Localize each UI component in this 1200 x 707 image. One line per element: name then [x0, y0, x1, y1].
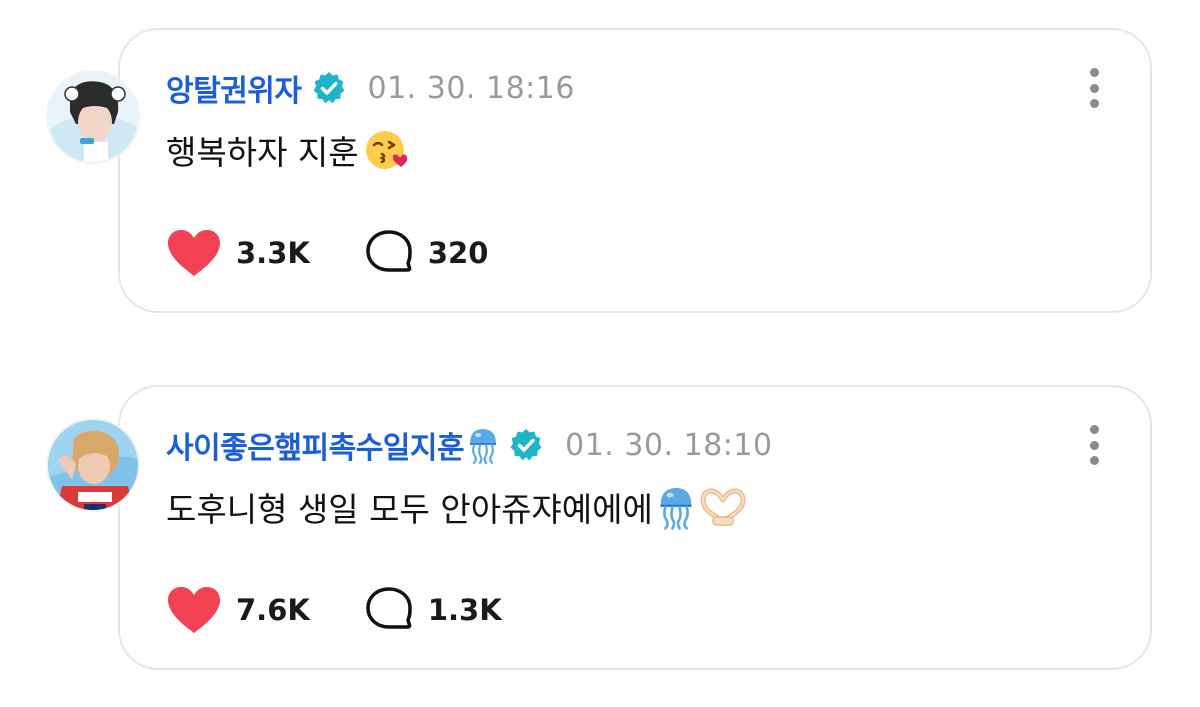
- comment-header: 앙탈권위자 01. 30. 18:16: [166, 66, 575, 110]
- timestamp: 01. 30. 18:16: [367, 70, 575, 106]
- reply-bubble-icon[interactable]: [364, 586, 414, 634]
- kissing-face-emoji-icon: [365, 131, 407, 169]
- username[interactable]: 사이좋은햎피촉수일지훈: [166, 423, 465, 467]
- comment-count: 1.3K: [427, 593, 502, 627]
- heart-hands-emoji-icon: [700, 488, 746, 526]
- like-count: 7.6K: [236, 593, 310, 627]
- like-heart-icon[interactable]: [166, 585, 222, 635]
- comment-feed: 앙탈권위자 01. 30. 18:16 행복하자 지훈 3.3K 320 사이좋…: [0, 0, 1200, 707]
- comment-card: 사이좋은햎피촉수일지훈 01. 30. 18:10 도후니형 생일 모두 안아쥬…: [118, 385, 1152, 670]
- like-heart-icon[interactable]: [166, 228, 222, 278]
- comment-body: 행복하자 지훈: [166, 133, 359, 172]
- jellyfish-emoji-icon: [660, 488, 692, 530]
- more-options-icon[interactable]: [1084, 425, 1104, 465]
- timestamp: 01. 30. 18:10: [565, 427, 773, 463]
- jellyfish-icon: [470, 429, 497, 464]
- more-options-icon[interactable]: [1084, 68, 1104, 108]
- username[interactable]: 앙탈권위자: [166, 66, 302, 110]
- verified-badge-icon: [510, 429, 542, 461]
- like-count: 3.3K: [236, 236, 310, 270]
- comment-body: 도후니형 생일 모두 안아쥬쟈예에에: [166, 490, 653, 529]
- comment-text: 행복하자 지훈: [166, 126, 409, 174]
- avatar-photo: [48, 420, 138, 510]
- verified-badge-icon: [313, 72, 344, 104]
- user-avatar[interactable]: [46, 418, 140, 512]
- comment-count: 320: [427, 236, 489, 270]
- comment-card: 앙탈권위자 01. 30. 18:16 행복하자 지훈 3.3K 320: [118, 28, 1152, 313]
- comment-actions: 3.3K 320: [166, 228, 488, 278]
- user-avatar[interactable]: [46, 70, 140, 164]
- comment-text: 도후니형 생일 모두 안아쥬쟈예에에: [166, 483, 747, 531]
- comment-header: 사이좋은햎피촉수일지훈 01. 30. 18:10: [166, 423, 773, 467]
- avatar-photo: [48, 72, 138, 162]
- reply-bubble-icon[interactable]: [364, 229, 414, 277]
- comment-actions: 7.6K 1.3K: [166, 585, 502, 635]
